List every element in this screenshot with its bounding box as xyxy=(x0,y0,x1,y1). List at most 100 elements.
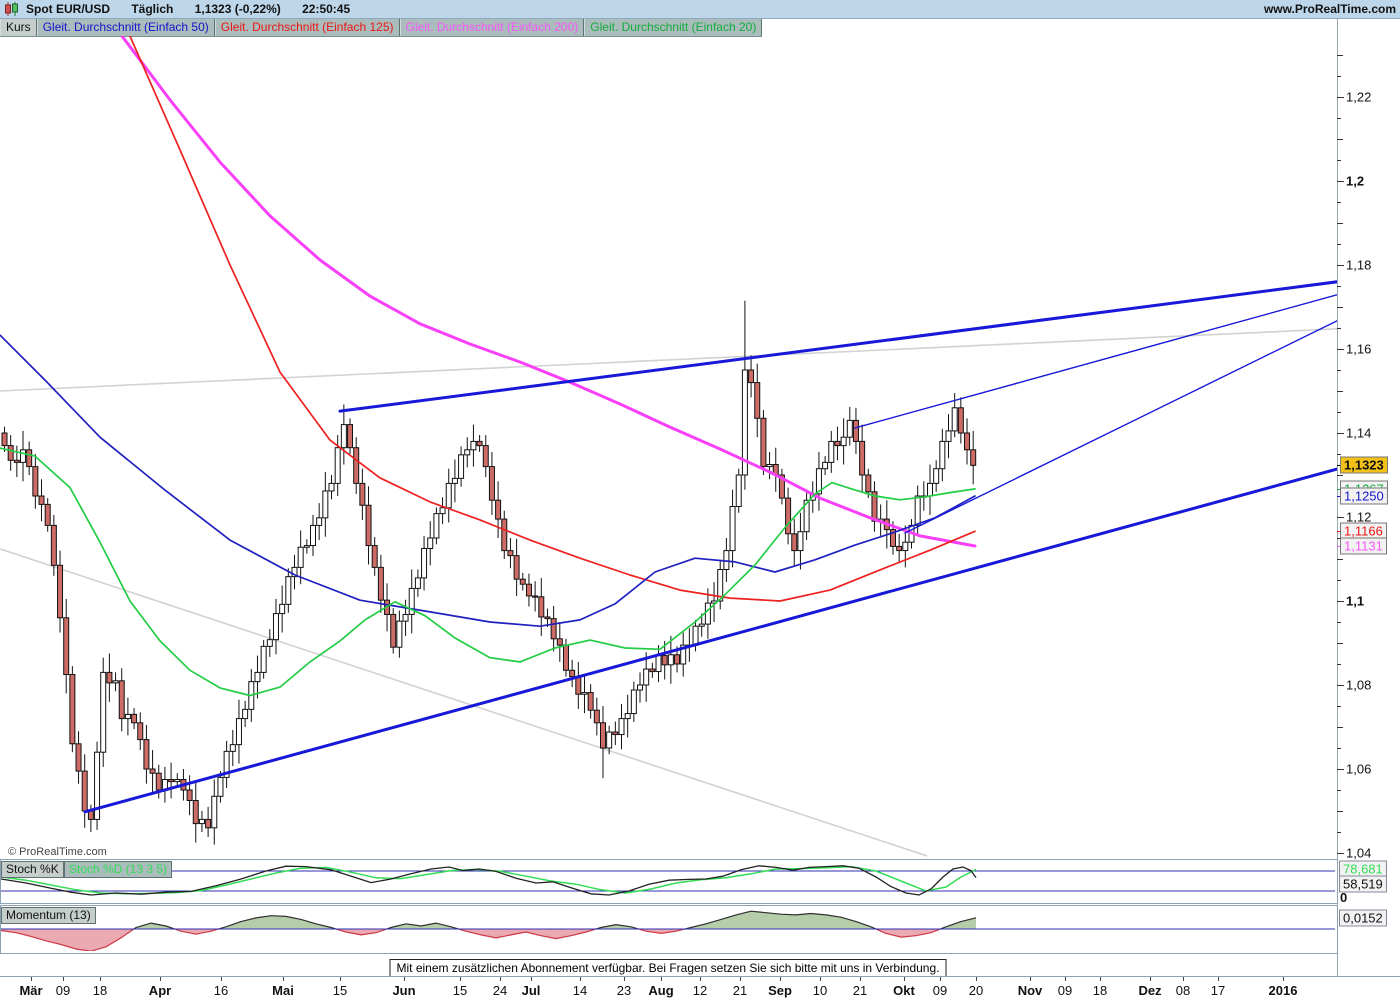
axis-tick xyxy=(1337,664,1341,665)
price-axis-label: 1,22 xyxy=(1346,89,1372,105)
axis-tick xyxy=(1337,160,1341,161)
time-axis-label-Okt: Okt xyxy=(893,983,915,998)
axis-tick xyxy=(1337,853,1344,854)
time-axis-tick xyxy=(1218,977,1219,981)
momentum-value: 0,0152 xyxy=(1339,909,1387,927)
time-axis-label-09: 09 xyxy=(55,983,71,998)
clock: 22:50:45 xyxy=(302,2,351,16)
title-bar: Spot EUR/USD Täglich 1,1323 (-0,22%) 22:… xyxy=(0,0,1400,19)
prorealtime-window: Spot EUR/USD Täglich 1,1323 (-0,22%) 22:… xyxy=(0,0,1400,1000)
trendline-fan-line-b[interactable] xyxy=(904,320,1337,534)
time-axis-tick xyxy=(283,977,284,981)
time-axis-tick xyxy=(1030,977,1031,981)
ma-curve-200[interactable] xyxy=(120,36,977,548)
time-axis-label-14: 14 xyxy=(572,983,588,998)
axis-tick xyxy=(1337,118,1341,119)
time-axis-label-Sep: Sep xyxy=(768,983,792,998)
axis-tick xyxy=(1337,811,1343,812)
ma-curve-50[interactable] xyxy=(0,334,976,628)
axis-tick xyxy=(1337,685,1344,686)
main-price-chart[interactable] xyxy=(0,36,1337,860)
time-axis-tick xyxy=(460,977,461,981)
time-axis-label-16: 16 xyxy=(213,983,229,998)
axis-tick xyxy=(1337,244,1341,245)
price-tag-1_1131: 1,1131 xyxy=(1340,537,1387,555)
axis-tick xyxy=(1337,370,1341,371)
axis-tick xyxy=(1337,622,1341,623)
time-axis-label-18: 18 xyxy=(92,983,108,998)
chart-title: Spot EUR/USD Täglich 1,1323 (-0,22%) 22:… xyxy=(26,0,368,18)
time-axis-label-17: 17 xyxy=(1210,983,1226,998)
price-axis-label: 1,14 xyxy=(1346,425,1372,441)
time-axis-tick xyxy=(1183,977,1184,981)
price-tag-1_1323: 1,1323 xyxy=(1340,456,1388,474)
axis-tick xyxy=(1337,223,1343,224)
axis-tick xyxy=(1337,748,1341,749)
axis-tick xyxy=(1337,97,1344,98)
time-axis-label-Aug: Aug xyxy=(648,983,674,998)
axis-tick xyxy=(1337,391,1343,392)
time-axis-label-24: 24 xyxy=(492,983,508,998)
website-link[interactable]: www.ProRealTime.com xyxy=(1264,0,1396,18)
price-axis-label: 1,08 xyxy=(1346,677,1372,693)
ma-curve-125[interactable] xyxy=(129,36,976,602)
time-axis-tick xyxy=(1100,977,1101,981)
stoch-zero-label: 0 xyxy=(1340,890,1348,905)
stoch-k-label[interactable]: Stoch %K xyxy=(1,861,64,878)
time-axis-label-21: 21 xyxy=(852,983,868,998)
price-axis-label: 1,06 xyxy=(1346,761,1372,777)
subscription-notice: Mit einem zusätzlichen Abonnement verfüg… xyxy=(389,959,947,977)
time-axis-label-15: 15 xyxy=(332,983,348,998)
axis-tick xyxy=(1337,706,1341,707)
time-axis-label-Mär: Mär xyxy=(19,983,43,998)
legend-item-ma-0[interactable]: Gleit. Durchschnitt (Einfach 50) xyxy=(36,19,215,36)
time-axis-label-12: 12 xyxy=(692,983,708,998)
axis-tick xyxy=(1337,139,1343,140)
axis-tick xyxy=(1337,832,1341,833)
axis-tick xyxy=(1337,580,1341,581)
last-price-change: 1,1323 (-0,22%) xyxy=(194,2,281,16)
time-axis-label-2016: 2016 xyxy=(1268,983,1298,998)
gray-line-1[interactable] xyxy=(0,328,1337,392)
price-tag-1_1250: 1,1250 xyxy=(1340,487,1388,505)
axis-tick xyxy=(1337,265,1344,266)
candles xyxy=(1,300,977,845)
time-axis-label-18: 18 xyxy=(1092,983,1108,998)
trendline-fan-line-a[interactable] xyxy=(854,294,1337,429)
time-axis-tick xyxy=(531,977,532,981)
legend-item-ma-1[interactable]: Gleit. Durchschnitt (Einfach 125) xyxy=(214,19,400,36)
axis-tick xyxy=(1337,790,1341,791)
time-axis-label-09: 09 xyxy=(932,983,948,998)
copyright-watermark: © ProRealTime.com xyxy=(5,846,110,858)
time-axis-label-Jul: Jul xyxy=(521,983,541,998)
momentum-label[interactable]: Momentum (13) xyxy=(1,907,96,924)
legend-item-kurs[interactable]: Kurs xyxy=(0,19,37,36)
time-axis-label-08: 08 xyxy=(1175,983,1191,998)
axis-tick xyxy=(1337,475,1343,476)
time-axis-tick xyxy=(820,977,821,981)
time-axis-tick xyxy=(31,977,32,981)
trendline-upper-triangle-resistance[interactable] xyxy=(338,280,1337,413)
stochastic-panel[interactable] xyxy=(0,859,1338,904)
time-axis-tick xyxy=(700,977,701,981)
time-axis-label-Apr: Apr xyxy=(148,983,172,998)
time-axis-label-15: 15 xyxy=(452,983,468,998)
price-axis[interactable]: 1,22 1,2 1,18 1,16 1,14 1,12 1,1 1,08 1,06 1,04 1,… xyxy=(1337,36,1400,976)
time-axis-tick xyxy=(1065,977,1066,981)
stoch-d-label[interactable]: Stoch %D (13 3 5) xyxy=(64,861,173,878)
price-axis-label: 1,1 xyxy=(1346,593,1365,609)
time-axis[interactable]: Mär 09 18 Apr 16 Mai 15 Jun 15 24 Jul 14 23 Aug 12 21 Se… xyxy=(0,976,1400,1000)
momentum-panel[interactable] xyxy=(0,905,1338,954)
ma-curve-20[interactable] xyxy=(0,447,976,697)
timeframe-label: Täglich xyxy=(131,2,174,16)
gray-line-2[interactable] xyxy=(0,548,928,857)
time-axis-tick xyxy=(740,977,741,981)
legend-item-ma-2[interactable]: Gleit. Durchschnitt (Einfach 200) xyxy=(399,19,585,36)
legend-item-ma-3[interactable]: Gleit. Durchschnitt (Einfach 20) xyxy=(584,19,763,36)
price-chart-canvas[interactable] xyxy=(0,36,1337,860)
time-axis-tick xyxy=(780,977,781,981)
time-axis-tick xyxy=(221,977,222,981)
time-axis-tick xyxy=(860,977,861,981)
time-axis-label-09: 09 xyxy=(1057,983,1073,998)
axis-tick xyxy=(1337,454,1341,455)
